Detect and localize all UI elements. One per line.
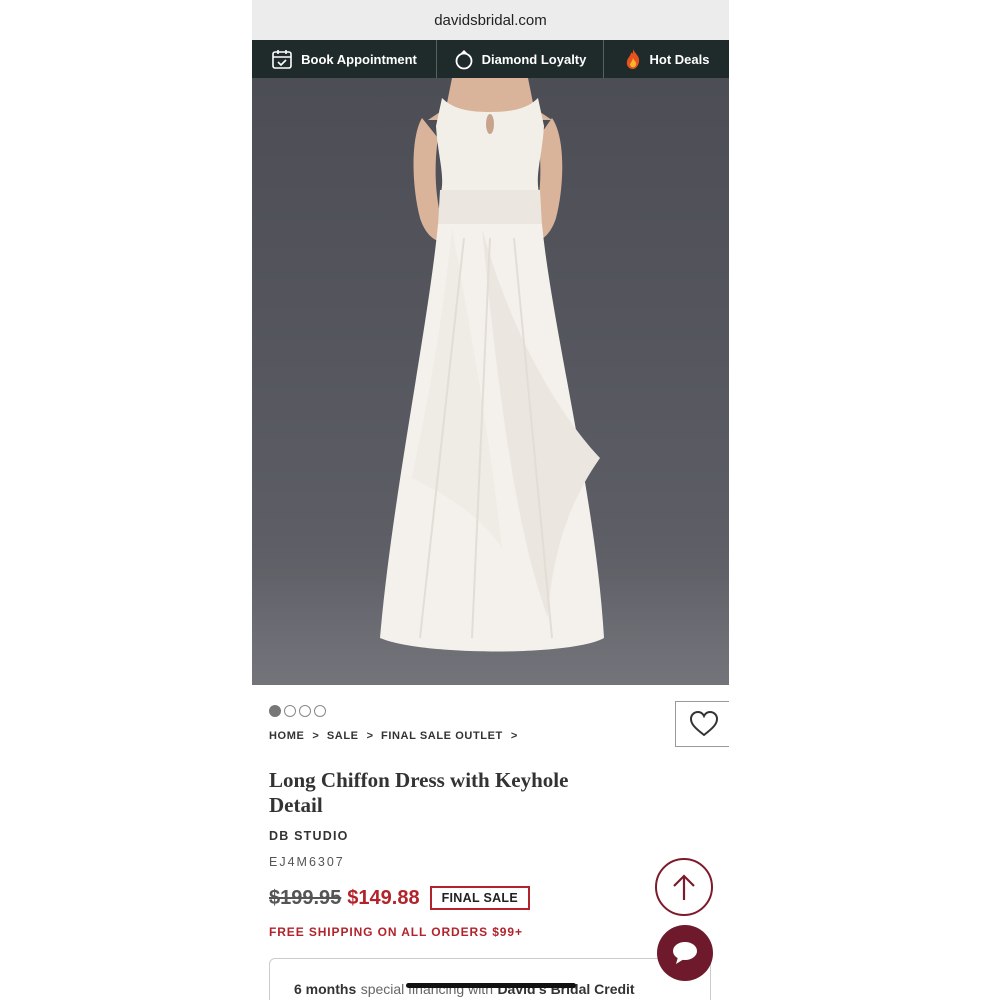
breadcrumb-sale[interactable]: SALE xyxy=(327,730,359,742)
wishlist-button[interactable] xyxy=(675,701,729,747)
product-image[interactable] xyxy=(252,78,729,685)
carousel-dot-1[interactable] xyxy=(269,705,281,717)
back-to-top-button[interactable] xyxy=(655,858,713,916)
carousel-dot-4[interactable] xyxy=(314,705,326,717)
product-title: Long Chiffon Dress with Keyhole Detail xyxy=(269,768,569,817)
breadcrumb: HOME > SALE > FINAL SALE OUTLET > xyxy=(269,730,517,742)
carousel-dots xyxy=(269,705,326,717)
original-price: $199.95 xyxy=(269,886,342,909)
promo-nav: Book Appointment Diamond Loyalty Hot Dea… xyxy=(252,40,729,78)
ring-icon xyxy=(455,50,473,70)
phone-screen: davidsbridal.com Book Appointment Diamon… xyxy=(252,0,729,1000)
product-brand[interactable]: DB STUDIO xyxy=(269,829,349,843)
financing-lead: 6 months xyxy=(294,981,357,997)
sale-price: $149.88 xyxy=(347,886,420,909)
breadcrumb-separator: > xyxy=(312,730,319,742)
heart-icon xyxy=(689,710,718,737)
nav-label-hot-deals: Hot Deals xyxy=(649,51,710,67)
breadcrumb-separator: > xyxy=(366,730,374,742)
address-bar[interactable]: davidsbridal.com xyxy=(252,0,729,40)
breadcrumb-separator: > xyxy=(510,730,518,742)
breadcrumb-final-sale-outlet[interactable]: FINAL SALE OUTLET xyxy=(381,730,503,742)
price-block: $199.95 $149.88 FINAL SALE xyxy=(269,886,530,910)
shipping-promo: FREE SHIPPING ON ALL ORDERS $99+ xyxy=(269,925,523,939)
book-appointment-link[interactable]: Book Appointment xyxy=(252,40,437,78)
diamond-loyalty-link[interactable]: Diamond Loyalty xyxy=(437,40,604,78)
chat-button[interactable] xyxy=(657,925,713,981)
hot-deals-link[interactable]: Hot Deals xyxy=(604,40,729,78)
nav-label-book-appointment: Book Appointment xyxy=(301,51,417,67)
home-indicator[interactable] xyxy=(406,983,576,988)
product-sku: EJ4M6307 xyxy=(269,855,345,869)
calendar-check-icon xyxy=(272,50,292,69)
carousel-dot-2[interactable] xyxy=(284,705,296,717)
carousel-dot-3[interactable] xyxy=(299,705,311,717)
nav-label-diamond-loyalty: Diamond Loyalty xyxy=(481,51,587,67)
chat-bubble-icon xyxy=(673,942,697,964)
final-sale-badge: FINAL SALE xyxy=(429,886,530,910)
arrow-up-icon xyxy=(673,874,695,900)
financing-banner[interactable]: 6 months special financing with David's … xyxy=(269,958,711,1000)
dress-model-illustration xyxy=(380,78,604,652)
flame-icon xyxy=(626,49,639,69)
breadcrumb-home[interactable]: HOME xyxy=(269,730,304,742)
url-text: davidsbridal.com xyxy=(434,11,547,29)
